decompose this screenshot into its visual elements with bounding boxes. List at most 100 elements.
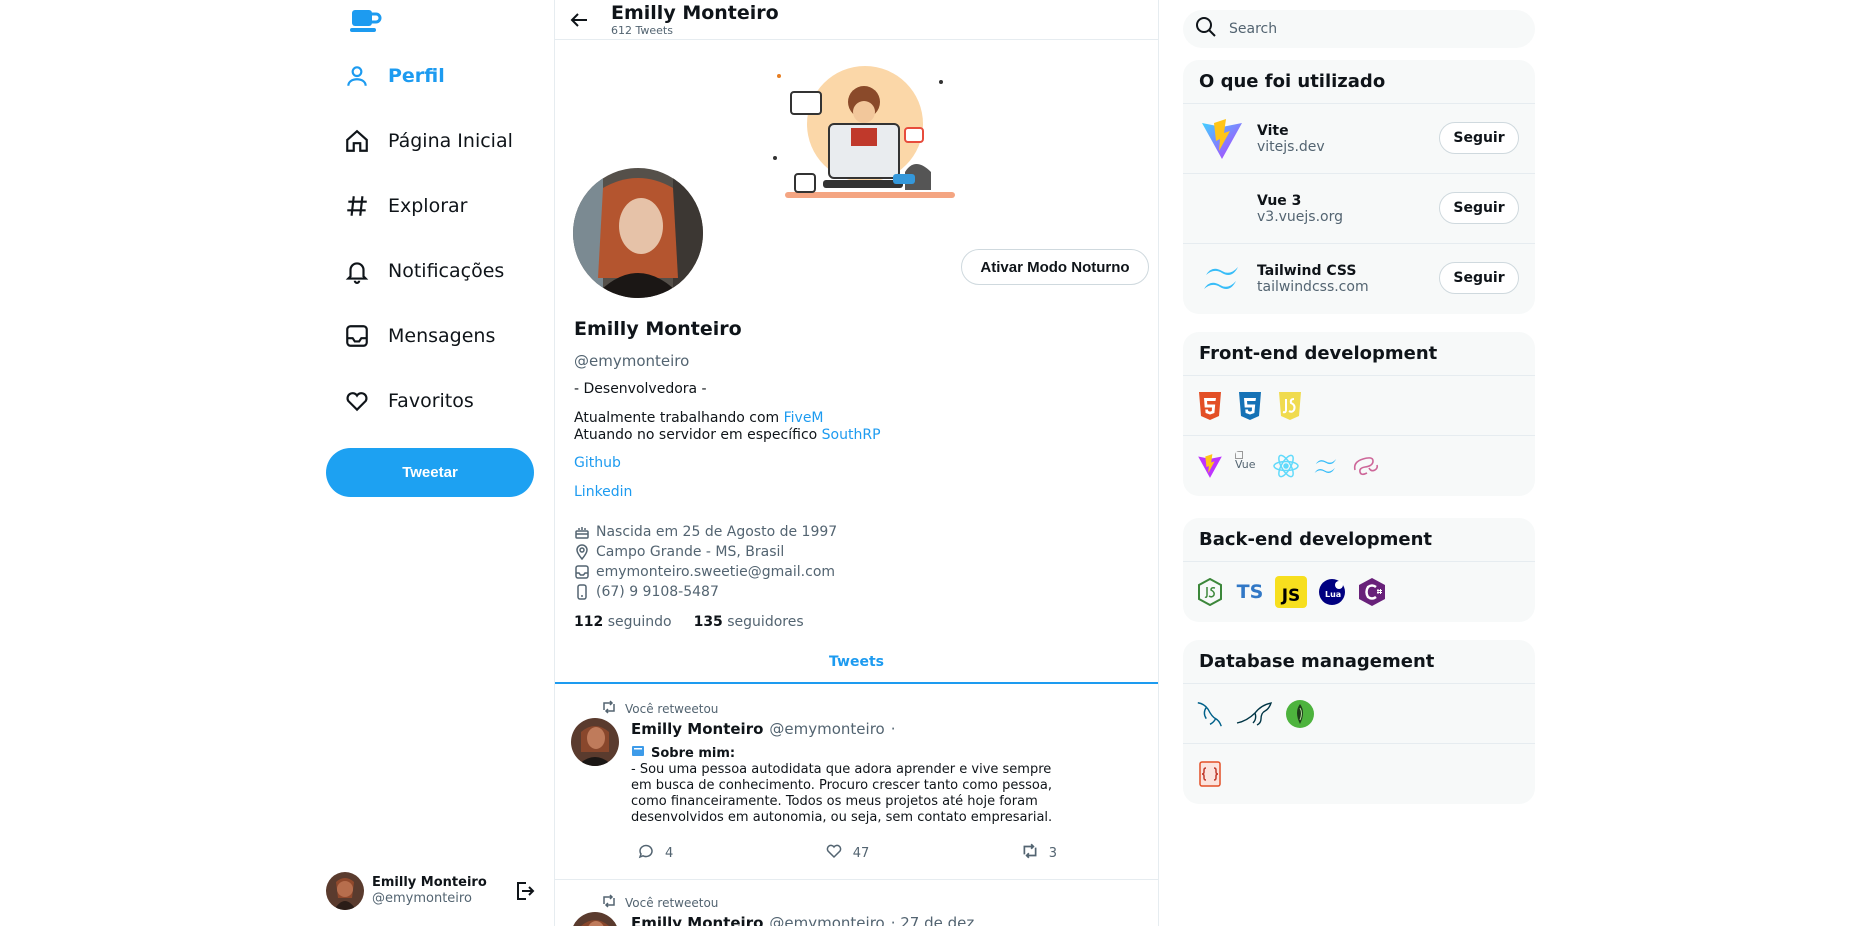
react-icon[interactable] bbox=[1271, 451, 1301, 481]
vue-broken-image-icon[interactable]: Vue bbox=[1235, 451, 1261, 481]
tweet-card[interactable]: Você retweetou Emilly Monteiro @emymonte… bbox=[555, 686, 1158, 880]
tweet-text: - Sou uma pessoa autodidata que adora ap… bbox=[631, 762, 1053, 825]
linkedin-link[interactable]: Linkedin bbox=[574, 484, 632, 500]
avatar[interactable] bbox=[571, 718, 619, 766]
frontend-row-1 bbox=[1183, 376, 1535, 436]
sidebar-item-mensagens[interactable]: Mensagens bbox=[342, 312, 495, 360]
database-row-1 bbox=[1183, 684, 1535, 744]
sidebar-item-notificacoes[interactable]: Notificações bbox=[342, 247, 504, 295]
sqlite-icon[interactable] bbox=[1195, 759, 1225, 789]
cake-icon bbox=[574, 524, 590, 540]
used-tech-item-vue[interactable]: Vue 3 v3.vuejs.org Seguir bbox=[1183, 174, 1535, 244]
southrp-link[interactable]: SouthRP bbox=[822, 427, 881, 443]
javascript-icon[interactable] bbox=[1275, 391, 1305, 421]
follow-button[interactable]: Seguir bbox=[1439, 192, 1519, 224]
heart-icon bbox=[825, 842, 843, 864]
tweet-author-name[interactable]: Emilly Monteiro bbox=[631, 914, 763, 926]
avatar[interactable] bbox=[571, 912, 619, 926]
sidebar-item-label: Favoritos bbox=[388, 390, 474, 412]
retweet-action[interactable]: 3 bbox=[1021, 842, 1057, 864]
location-text: Campo Grande - MS, Brasil bbox=[596, 544, 785, 560]
followers-label: seguidores bbox=[727, 614, 804, 630]
night-mode-button[interactable]: Ativar Modo Noturno bbox=[961, 249, 1149, 285]
mariadb-icon[interactable] bbox=[1235, 699, 1275, 729]
search-bar[interactable] bbox=[1183, 10, 1535, 48]
tweet-count: 612 Tweets bbox=[611, 24, 673, 37]
sidebar-item-favoritos[interactable]: Favoritos bbox=[342, 377, 474, 425]
html5-icon[interactable] bbox=[1195, 391, 1225, 421]
avatar bbox=[326, 872, 364, 910]
back-arrow-icon[interactable] bbox=[567, 8, 591, 32]
location-info: Campo Grande - MS, Brasil bbox=[574, 544, 784, 560]
follow-button[interactable]: Seguir bbox=[1439, 122, 1519, 154]
mysql-icon[interactable] bbox=[1195, 699, 1225, 729]
tweetar-button[interactable]: Tweetar bbox=[326, 448, 534, 497]
search-icon bbox=[1195, 16, 1217, 42]
used-tech-item-vite[interactable]: Vite vitejs.dev Seguir bbox=[1183, 104, 1535, 174]
profile-role: - Desenvolvedora - bbox=[574, 381, 707, 397]
following-stat[interactable]: 112 seguindo bbox=[574, 614, 672, 630]
profile-handle: @emymonteiro bbox=[574, 352, 690, 370]
tweet-date[interactable]: · 27 de dez bbox=[891, 914, 975, 926]
used-tech-card: O que foi utilizado Vite vitejs.dev Segui… bbox=[1183, 60, 1535, 314]
fivem-link[interactable]: FiveM bbox=[784, 410, 824, 426]
like-action[interactable]: 47 bbox=[825, 842, 869, 864]
profile-tabs: Tweets bbox=[555, 642, 1158, 684]
vite-icon[interactable] bbox=[1195, 451, 1225, 481]
javascript-badge-icon[interactable]: JS bbox=[1275, 576, 1307, 608]
inbox-icon bbox=[342, 321, 372, 351]
sidebar-item-label: Notificações bbox=[388, 260, 505, 282]
coffee-cup-logo-icon[interactable] bbox=[346, 6, 382, 36]
frontend-row-2: Vue bbox=[1183, 436, 1535, 496]
sidebar-item-label: Mensagens bbox=[388, 325, 496, 347]
profile-name: Emilly Monteiro bbox=[574, 318, 742, 340]
used-tech-title: O que foi utilizado bbox=[1183, 60, 1535, 104]
account-handle: @emymonteiro bbox=[372, 891, 472, 906]
typescript-icon[interactable]: TS bbox=[1235, 577, 1265, 607]
logout-icon[interactable] bbox=[512, 879, 536, 903]
lua-icon[interactable]: Lua bbox=[1317, 577, 1347, 607]
left-sidebar: Perfil Página Inicial Explorar Notificaç… bbox=[326, 0, 556, 926]
tweet-author-name[interactable]: Emilly Monteiro bbox=[631, 720, 763, 738]
followers-stat[interactable]: 135 seguidores bbox=[694, 614, 804, 630]
csharp-icon[interactable] bbox=[1357, 577, 1387, 607]
search-input[interactable] bbox=[1229, 21, 1509, 37]
reply-action[interactable]: 4 bbox=[637, 842, 673, 864]
mongodb-icon[interactable] bbox=[1285, 699, 1315, 729]
location-pin-icon bbox=[574, 544, 590, 560]
tailwind-icon[interactable] bbox=[1311, 451, 1341, 481]
tweet-card[interactable]: Você retweetou Emilly Monteiro @emymonte… bbox=[555, 880, 1158, 926]
database-title: Database management bbox=[1183, 640, 1535, 684]
backend-row-1: TS JS Lua bbox=[1183, 562, 1535, 622]
follow-button[interactable]: Seguir bbox=[1439, 262, 1519, 294]
phone-info: (67) 9 9108-5487 bbox=[574, 584, 719, 600]
used-tech-url: tailwindcss.com bbox=[1257, 279, 1369, 295]
github-link[interactable]: Github bbox=[574, 455, 621, 471]
frontend-title: Front-end development bbox=[1183, 332, 1535, 376]
birth-info: Nascida em 25 de Agosto de 1997 bbox=[574, 524, 837, 540]
tweet-author-handle[interactable]: @emymonteiro bbox=[769, 914, 884, 926]
tab-tweets[interactable]: Tweets bbox=[829, 654, 884, 670]
profile-avatar[interactable] bbox=[573, 168, 703, 298]
tweet-author-handle[interactable]: @emymonteiro bbox=[769, 720, 884, 738]
tweet-separator: · bbox=[890, 720, 896, 738]
css3-icon[interactable] bbox=[1235, 391, 1265, 421]
email-info: emymonteiro.sweetie@gmail.com bbox=[574, 564, 835, 580]
comment-icon bbox=[637, 842, 655, 864]
tweet-header: Emilly Monteiro @emymonteiro · 27 de dez bbox=[631, 914, 974, 926]
backend-title: Back-end development bbox=[1183, 518, 1535, 562]
sidebar-item-perfil[interactable]: Perfil bbox=[342, 52, 445, 100]
heart-icon bbox=[342, 386, 372, 416]
nodejs-icon[interactable] bbox=[1195, 577, 1225, 607]
book-icon bbox=[631, 744, 645, 763]
profile-column: Emilly Monteiro 612 Tweets Ativar Modo N… bbox=[554, 0, 1159, 926]
account-switcher[interactable]: Emilly Monteiro @emymonteiro bbox=[326, 870, 536, 912]
used-tech-item-tailwind[interactable]: Tailwind CSS tailwindcss.com Seguir bbox=[1183, 244, 1535, 314]
phone-text: (67) 9 9108-5487 bbox=[596, 584, 719, 600]
followers-count: 135 bbox=[693, 614, 723, 630]
sass-icon[interactable] bbox=[1351, 451, 1381, 481]
sidebar-item-pagina-inicial[interactable]: Página Inicial bbox=[342, 117, 513, 165]
frontend-card: Front-end development Vue bbox=[1183, 332, 1535, 496]
following-count: 112 bbox=[574, 614, 604, 630]
sidebar-item-explorar[interactable]: Explorar bbox=[342, 182, 467, 230]
